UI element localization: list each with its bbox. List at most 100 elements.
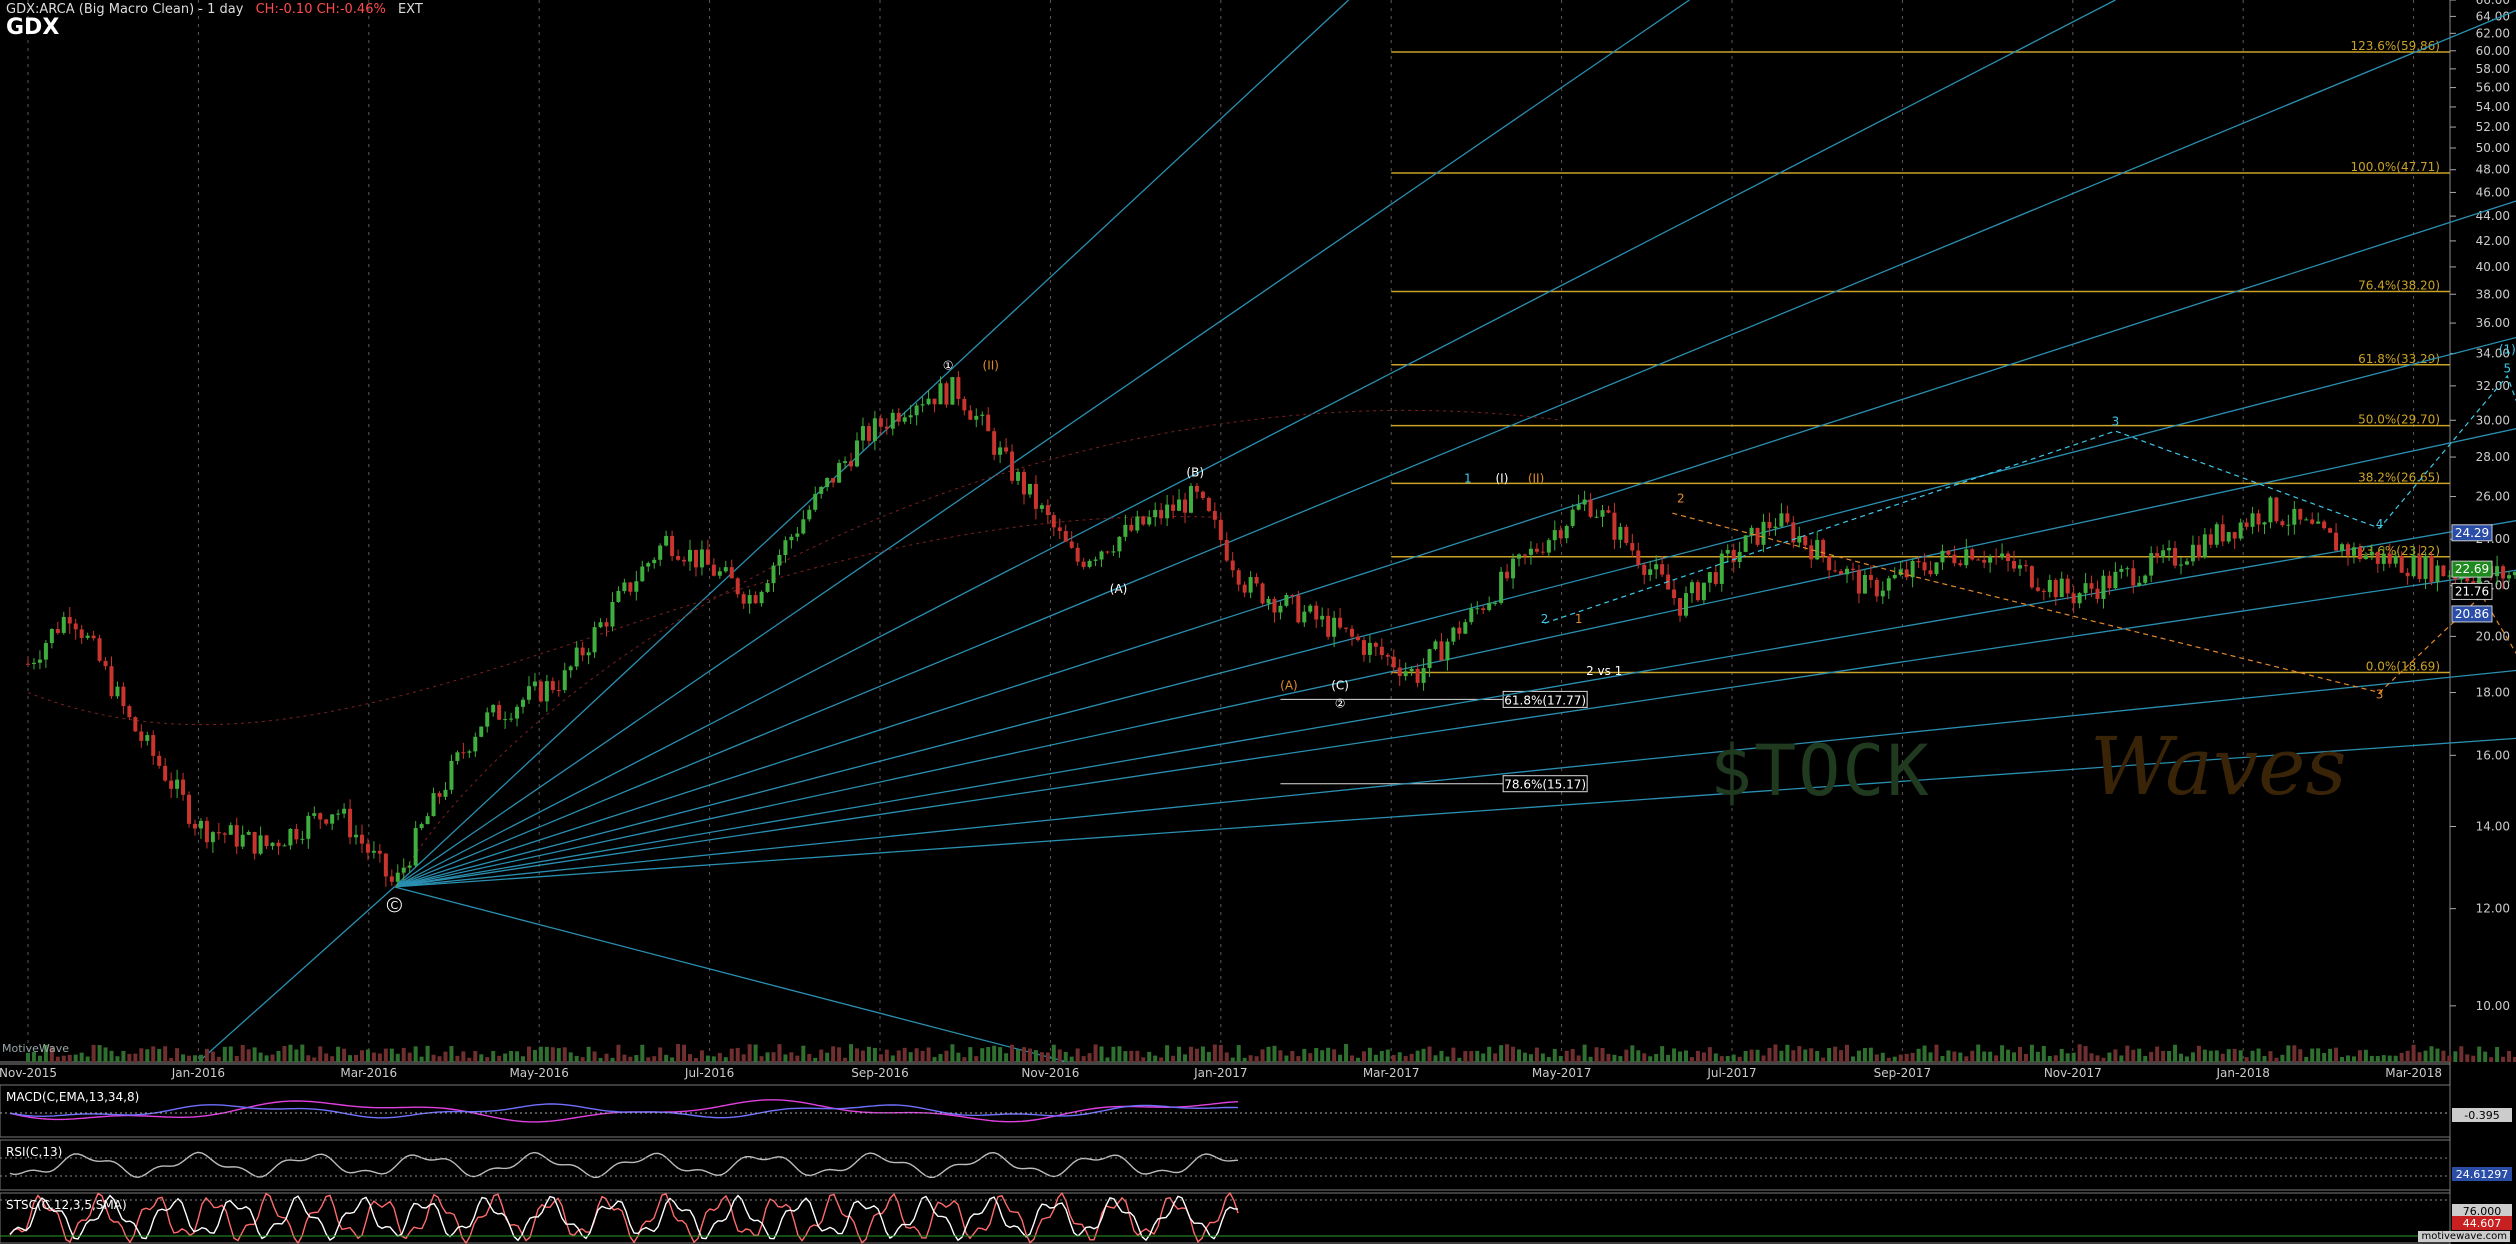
- wave-label: ①: [943, 358, 954, 372]
- candle-body: [1952, 554, 1957, 564]
- volume-bar: [1165, 1045, 1170, 1062]
- candle-body: [2029, 566, 2034, 588]
- y-tick-label: 50.00: [2476, 141, 2510, 155]
- volume-bar: [1379, 1050, 1384, 1062]
- candle-body: [974, 415, 979, 420]
- candle-body: [789, 536, 794, 541]
- y-tick-label: 62.00: [2476, 26, 2510, 40]
- candle-body: [1946, 550, 1951, 555]
- volume-bar: [2459, 1046, 2464, 1062]
- candle-body: [270, 842, 275, 847]
- volume-bar: [837, 1047, 842, 1062]
- candle-body: [872, 418, 877, 441]
- fan-line: [394, 886, 1068, 1063]
- y-tick-label: 40.00: [2476, 260, 2510, 274]
- volume-bar: [455, 1055, 460, 1062]
- candle-body: [2441, 565, 2446, 577]
- candle-body: [878, 418, 883, 427]
- candle-body: [532, 681, 537, 687]
- y-tick-label: 66.00: [2476, 0, 2510, 7]
- candle-body: [1880, 590, 1885, 597]
- volume-bar: [789, 1052, 794, 1062]
- candle-body: [401, 867, 406, 873]
- x-axis-group: Nov-2015 Jan-2016 Mar-2016 May-2016 Jul-2016…: [0, 0, 2450, 1080]
- candle-body: [1850, 568, 1855, 570]
- volume-bar: [145, 1049, 150, 1062]
- stoch-label[interactable]: STSC(C,12,3,5,SMA): [6, 1198, 127, 1212]
- volume-bar: [2167, 1051, 2172, 1062]
- candle-body: [1081, 561, 1086, 567]
- volume-bar: [288, 1044, 293, 1062]
- volume-bar: [2489, 1057, 2494, 1062]
- candle-body: [1874, 579, 1879, 597]
- volume-bar: [1588, 1056, 1593, 1062]
- fib-label: 50.0%(29.70): [2358, 413, 2440, 427]
- macd-label[interactable]: MACD(C,EMA,13,34,8): [6, 1090, 139, 1104]
- candle-body: [1385, 655, 1390, 657]
- fan-line: [393, 0, 1350, 888]
- volume-bar: [443, 1051, 448, 1062]
- candle-body: [1511, 558, 1516, 579]
- volume-bar: [85, 1056, 90, 1062]
- candle-body: [228, 825, 233, 835]
- candle-body: [2268, 497, 2273, 523]
- volume-bar: [1439, 1050, 1444, 1062]
- volume-bar: [2280, 1054, 2285, 1062]
- volume-bar: [425, 1045, 430, 1062]
- candle-body: [413, 828, 418, 866]
- candle-body: [2363, 555, 2368, 560]
- candle-body: [1397, 667, 1402, 677]
- volume-bar: [920, 1050, 925, 1062]
- candle-body: [169, 780, 174, 789]
- volume-bar: [2214, 1050, 2219, 1062]
- volume-bar: [1904, 1053, 1909, 1062]
- volume-bar: [1117, 1046, 1122, 1062]
- candle-body: [240, 834, 245, 847]
- wave-label: 2 vs 1: [1586, 664, 1622, 678]
- volume-bar: [181, 1054, 186, 1062]
- volume-bar: [67, 1054, 72, 1062]
- candle-body: [1099, 551, 1104, 560]
- volume-bar: [1302, 1048, 1307, 1062]
- volume-bar: [1481, 1053, 1486, 1062]
- volume-bar: [664, 1054, 669, 1062]
- candle-body: [2417, 555, 2422, 579]
- volume-bar: [1027, 1048, 1032, 1062]
- main-chart[interactable]: Nov-2015 Jan-2016 Mar-2016 May-2016 Jul-2016…: [0, 0, 2516, 1244]
- x-tick-label: Nov-2015: [0, 1066, 57, 1080]
- y-tick-label: 12.00: [2476, 902, 2510, 916]
- candle-body: [777, 554, 782, 566]
- x-tick-label: Nov-2016: [1021, 1066, 1079, 1080]
- candle-body: [2429, 555, 2434, 582]
- candle-body: [908, 415, 913, 418]
- ext-badge[interactable]: EXT: [398, 2, 423, 17]
- candle-body: [2226, 532, 2231, 542]
- candle-body: [980, 414, 985, 416]
- rsi-label[interactable]: RSI(C,13): [6, 1145, 62, 1159]
- candle-body: [795, 533, 800, 537]
- volume-bar: [2184, 1056, 2189, 1062]
- candle-body: [1350, 628, 1355, 637]
- candle-body: [1612, 512, 1617, 540]
- candle-body: [2173, 547, 2178, 566]
- candle-body: [1200, 491, 1205, 498]
- volume-bar: [2250, 1050, 2255, 1062]
- volume-bar: [204, 1048, 209, 1062]
- wave-label: (A): [1110, 582, 1128, 596]
- candle-body: [562, 670, 567, 691]
- candle-body: [491, 704, 496, 713]
- candle-body: [1314, 605, 1319, 620]
- volume-bar: [1308, 1053, 1313, 1062]
- volume-bar: [682, 1044, 687, 1062]
- volume-bar: [1797, 1046, 1802, 1062]
- volume-bar: [908, 1052, 913, 1062]
- volume-bar: [932, 1057, 937, 1062]
- candle-body: [31, 662, 36, 664]
- candle-body: [658, 545, 663, 560]
- candle-body: [443, 789, 448, 797]
- volume-bar: [2351, 1056, 2356, 1062]
- volume-bar: [365, 1049, 370, 1062]
- volume-bar: [1576, 1055, 1581, 1062]
- volume-bar: [1707, 1047, 1712, 1062]
- candle-body: [1713, 572, 1718, 584]
